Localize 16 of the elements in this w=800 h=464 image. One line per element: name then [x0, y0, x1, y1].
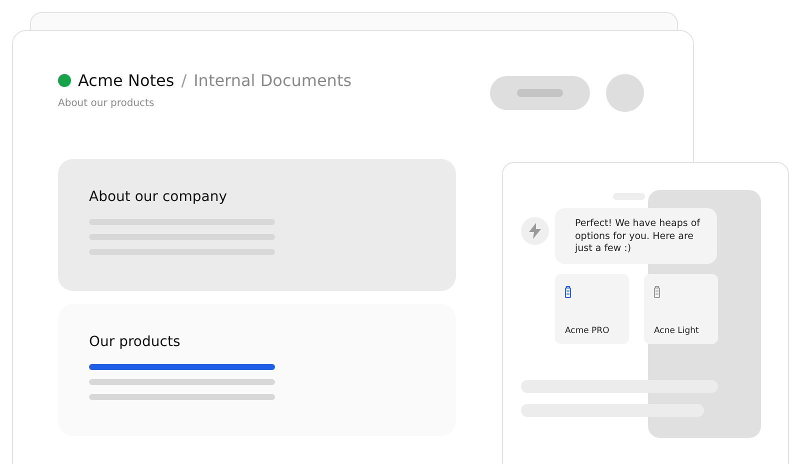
- breadcrumb-separator: /: [181, 71, 187, 90]
- chat-message: Perfect! We have heaps of options for you. Here are just a few :): [555, 208, 717, 264]
- document-card[interactable]: Our products: [58, 304, 456, 436]
- lightning-icon: [521, 217, 549, 245]
- product-option[interactable]: Acne Light: [644, 274, 718, 344]
- avatar[interactable]: [606, 74, 644, 112]
- page-subtitle: About our products: [58, 98, 156, 109]
- document-card[interactable]: About our company: [58, 159, 456, 291]
- card-title: About our company: [89, 189, 228, 205]
- placeholder-button[interactable]: [490, 76, 590, 110]
- card-title: Our products: [89, 334, 182, 350]
- product-name: Acne Light: [654, 326, 699, 336]
- app-name: Acme Notes: [78, 71, 174, 90]
- product-option[interactable]: Acme PRO: [555, 274, 629, 344]
- product-name: Acme PRO: [565, 326, 610, 336]
- section-title: Internal Documents: [194, 71, 352, 90]
